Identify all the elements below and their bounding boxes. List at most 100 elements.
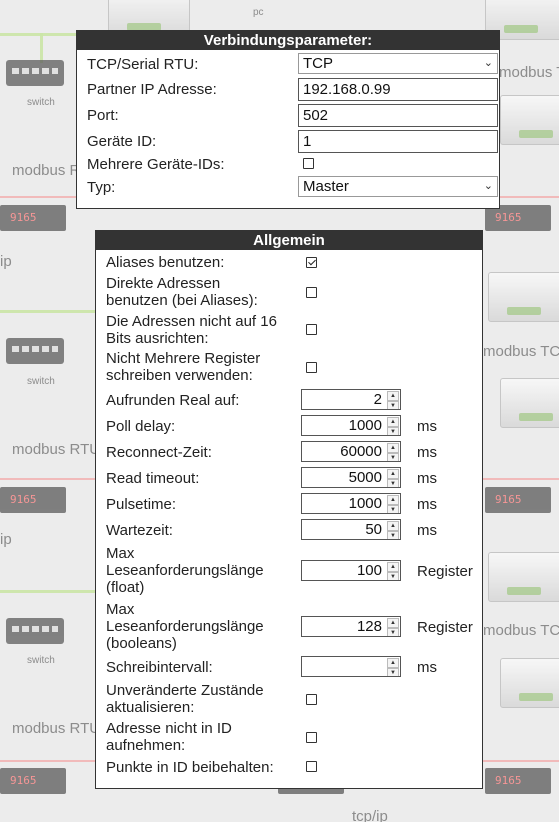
wire bbox=[0, 590, 95, 593]
bg-device bbox=[488, 272, 559, 322]
bg-label: modbus TCP bbox=[483, 343, 559, 360]
protocol-label: TCP/Serial RTU: bbox=[87, 56, 199, 73]
chevron-down-icon: ⌄ bbox=[483, 180, 493, 192]
max-float-label-line2: Leseanforderungslänge bbox=[106, 562, 264, 579]
max-float-value: 100 bbox=[356, 562, 382, 579]
read-timeout-input[interactable]: 5000 ▲ ▼ bbox=[301, 467, 401, 488]
pulsetime-value: 1000 bbox=[348, 495, 382, 512]
bg-label: modbus RTU bbox=[12, 441, 101, 458]
spinner-icon[interactable]: ▲ ▼ bbox=[387, 469, 399, 487]
connection-panel-title: Verbindungsparameter: bbox=[77, 31, 499, 50]
wait-label: Wartezeit: bbox=[106, 522, 173, 539]
bg-meter bbox=[0, 487, 66, 513]
no-multi-write-label-line2: schreiben verwenden: bbox=[106, 367, 253, 384]
bg-label: pc bbox=[253, 7, 264, 18]
port-input[interactable]: 502 bbox=[298, 104, 498, 127]
bg-device bbox=[488, 552, 559, 602]
reconnect-value: 60000 bbox=[340, 443, 382, 460]
update-unchanged-label: Unveränderte Zustände aktualisieren: bbox=[106, 682, 264, 716]
update-unchanged-checkbox[interactable] bbox=[306, 694, 317, 705]
direct-addr-checkbox[interactable] bbox=[306, 287, 317, 298]
max-float-input[interactable]: 100 ▲ ▼ bbox=[301, 560, 401, 581]
multi-ids-label: Mehrere Geräte-IDs: bbox=[87, 156, 225, 173]
protocol-select-value: TCP bbox=[303, 55, 333, 72]
poll-delay-label: Poll delay: bbox=[106, 418, 176, 435]
bg-label: modbus RTU bbox=[12, 720, 101, 737]
bg-label: modbus TCP bbox=[499, 64, 559, 81]
no-align-label-line2: Bits ausrichten: bbox=[106, 330, 209, 347]
partner-ip-input[interactable]: 192.168.0.99 bbox=[298, 78, 498, 101]
bg-switch bbox=[6, 60, 64, 86]
addr-not-in-id-label-line1: Adresse nicht in ID bbox=[106, 720, 232, 737]
spinner-icon[interactable]: ▲ ▼ bbox=[387, 562, 399, 580]
pulsetime-unit: ms bbox=[417, 496, 437, 513]
port-label: Port: bbox=[87, 107, 119, 124]
bg-label: switch bbox=[27, 655, 55, 666]
write-interval-label: Schreibintervall: bbox=[106, 659, 213, 676]
direct-addr-label-line1: Direkte Adressen bbox=[106, 275, 221, 292]
max-bool-label-line2: Leseanforderungslänge bbox=[106, 618, 264, 635]
poll-delay-input[interactable]: 1000 ▲ ▼ bbox=[301, 415, 401, 436]
multi-ids-checkbox[interactable] bbox=[303, 158, 314, 169]
addr-not-in-id-label: Adresse nicht in ID aufnehmen: bbox=[106, 720, 232, 754]
general-panel-title: Allgemein bbox=[96, 231, 482, 250]
max-float-unit: Register bbox=[417, 563, 473, 580]
partner-ip-label: Partner IP Adresse: bbox=[87, 81, 217, 98]
write-interval-unit: ms bbox=[417, 659, 437, 676]
addr-not-in-id-label-line2: aufnehmen: bbox=[106, 737, 186, 754]
chevron-down-icon: ⌄ bbox=[483, 57, 493, 69]
poll-delay-value: 1000 bbox=[348, 417, 382, 434]
device-id-label: Geräte ID: bbox=[87, 133, 157, 150]
spinner-icon[interactable]: ▲ ▼ bbox=[387, 618, 399, 636]
no-align-checkbox[interactable] bbox=[306, 324, 317, 335]
device-id-input[interactable]: 1 bbox=[298, 130, 498, 153]
bg-switch bbox=[6, 618, 64, 644]
round-real-input[interactable]: 2 ▲ ▼ bbox=[301, 389, 401, 410]
type-select[interactable]: Master ⌄ bbox=[298, 176, 498, 197]
direct-addr-label: Direkte Adressen benutzen (bei Aliases): bbox=[106, 275, 258, 309]
round-real-value: 2 bbox=[373, 391, 382, 408]
max-bool-input[interactable]: 128 ▲ ▼ bbox=[301, 616, 401, 637]
spinner-icon[interactable]: ▲ ▼ bbox=[387, 443, 399, 461]
protocol-select[interactable]: TCP ⌄ bbox=[298, 53, 498, 74]
bg-device bbox=[500, 95, 559, 145]
bg-label: switch bbox=[27, 97, 55, 108]
write-interval-input[interactable]: ▲ ▼ bbox=[301, 656, 401, 677]
update-unchanged-label-line2: aktualisieren: bbox=[106, 699, 195, 716]
bg-switch bbox=[6, 338, 64, 364]
wait-input[interactable]: 50 ▲ ▼ bbox=[301, 519, 401, 540]
round-real-label: Aufrunden Real auf: bbox=[106, 392, 240, 409]
bg-label: ip bbox=[0, 253, 12, 270]
pulsetime-input[interactable]: 1000 ▲ ▼ bbox=[301, 493, 401, 514]
bg-label: switch bbox=[27, 376, 55, 387]
no-multi-write-checkbox[interactable] bbox=[306, 362, 317, 373]
reconnect-input[interactable]: 60000 ▲ ▼ bbox=[301, 441, 401, 462]
aliases-label: Aliases benutzen: bbox=[106, 254, 225, 271]
no-align-label-line1: Die Adressen nicht auf 16 bbox=[106, 313, 277, 330]
wire bbox=[0, 33, 78, 36]
max-bool-label-line1: Max bbox=[106, 601, 135, 618]
max-bool-value: 128 bbox=[356, 618, 382, 635]
update-unchanged-label-line1: Unveränderte Zustände bbox=[106, 682, 264, 699]
wire bbox=[40, 33, 43, 63]
wait-unit: ms bbox=[417, 522, 437, 539]
spinner-icon[interactable]: ▲ ▼ bbox=[387, 391, 399, 409]
spinner-icon[interactable]: ▲ ▼ bbox=[387, 658, 399, 676]
bg-meter bbox=[0, 205, 66, 231]
keep-points-checkbox[interactable] bbox=[306, 761, 317, 772]
pulsetime-label: Pulsetime: bbox=[106, 496, 177, 513]
spinner-icon[interactable]: ▲ ▼ bbox=[387, 495, 399, 513]
spinner-icon[interactable]: ▲ ▼ bbox=[387, 521, 399, 539]
wait-value: 50 bbox=[365, 521, 382, 538]
aliases-checkbox[interactable] bbox=[306, 257, 317, 268]
poll-delay-unit: ms bbox=[417, 418, 437, 435]
keep-points-label: Punkte in ID beibehalten: bbox=[106, 759, 274, 776]
addr-not-in-id-checkbox[interactable] bbox=[306, 732, 317, 743]
bg-meter bbox=[485, 768, 551, 794]
read-timeout-value: 5000 bbox=[348, 469, 382, 486]
max-bool-unit: Register bbox=[417, 619, 473, 636]
no-align-label: Die Adressen nicht auf 16 Bits ausrichte… bbox=[106, 313, 277, 347]
spinner-icon[interactable]: ▲ ▼ bbox=[387, 417, 399, 435]
general-panel: Allgemein Aliases benutzen: Direkte Adre… bbox=[95, 230, 483, 789]
no-multi-write-label: Nicht Mehrere Register schreiben verwend… bbox=[106, 350, 260, 384]
